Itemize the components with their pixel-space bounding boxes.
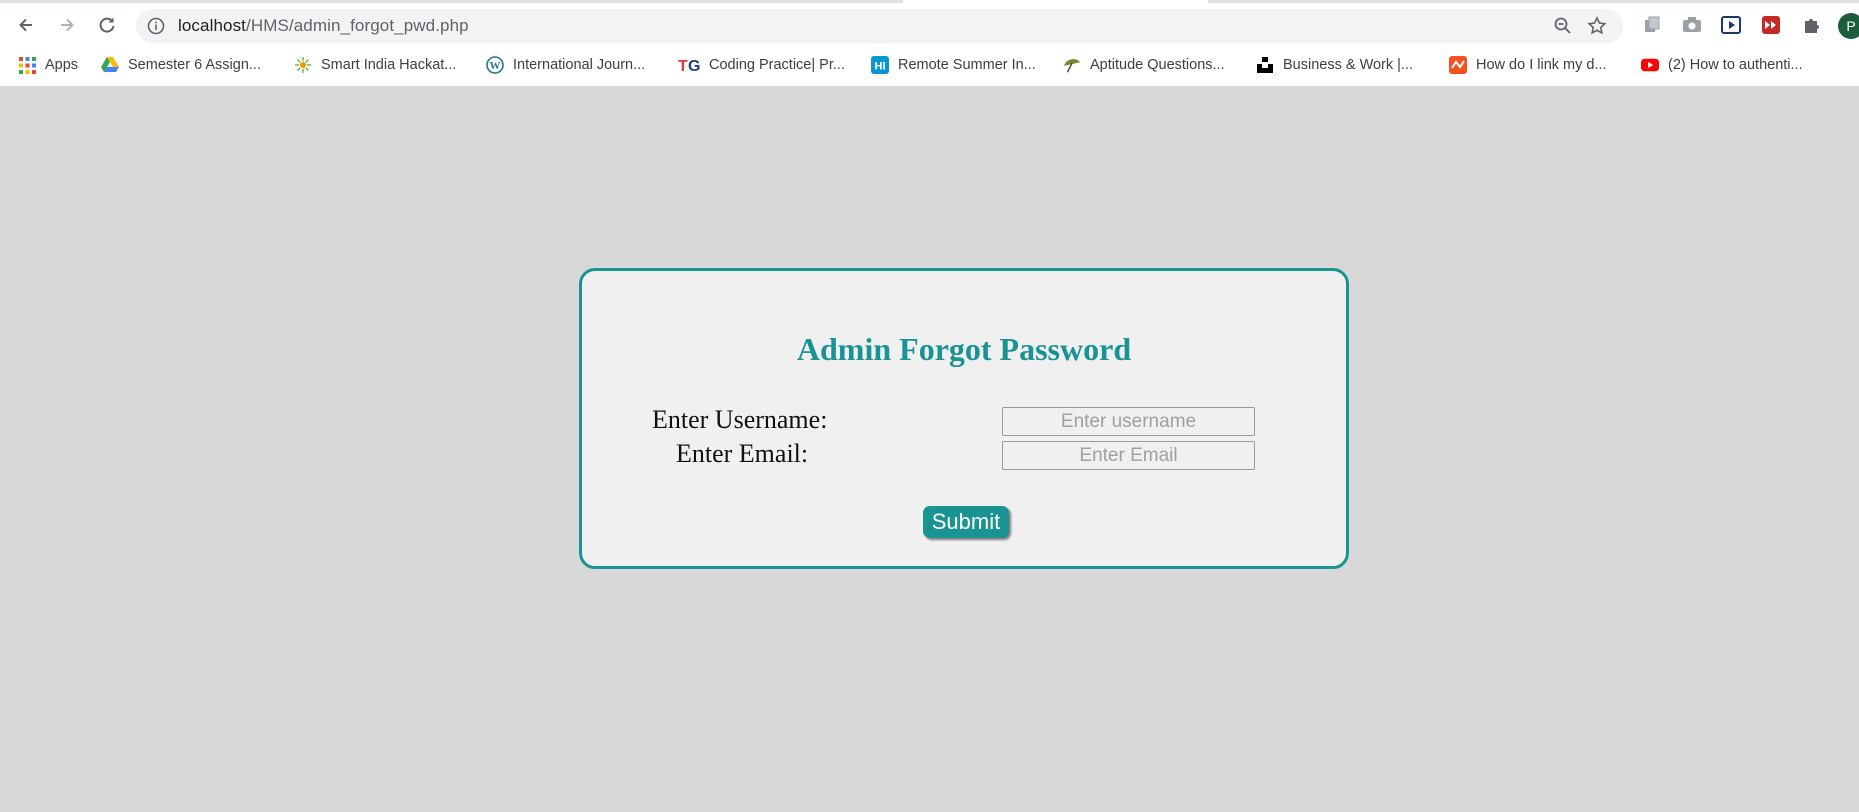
extension-copy-icon[interactable] [1641, 14, 1663, 36]
bookmark-label: International Journ... [513, 57, 646, 73]
site-info-icon[interactable] [147, 17, 165, 35]
email-label: Enter Email: [676, 439, 809, 468]
bookmarks-bar: Apps Semester 6 Assign... Smart India Ha… [0, 50, 1859, 80]
youtube-icon [1641, 56, 1659, 74]
tg-logo-icon: TG [678, 56, 700, 74]
back-arrow-icon [19, 18, 32, 32]
profile-avatar[interactable]: P [1838, 13, 1859, 39]
bookmark-aptitude[interactable]: Aptitude Questions... [1063, 53, 1225, 77]
bookmark-how-authenticate[interactable]: (2) How to authenti... [1641, 53, 1803, 77]
bookmark-label: Aptitude Questions... [1090, 57, 1225, 73]
tab-strip [0, 0, 1859, 3]
forward-arrow-icon [61, 18, 74, 32]
browser-toolbar: localhost/HMS/admin_forgot_pwd.php P [0, 6, 1859, 44]
bookmark-how-link[interactable]: How do I link my d... [1449, 53, 1607, 77]
apps-grid-icon [18, 56, 36, 74]
umbrella-icon [1063, 56, 1081, 74]
sih-logo-icon [294, 56, 312, 74]
active-tab[interactable] [903, 0, 1208, 3]
browser-chrome: localhost/HMS/admin_forgot_pwd.php P App… [0, 0, 1859, 87]
bookmark-semester-6[interactable]: Semester 6 Assign... [101, 53, 261, 77]
email-input[interactable] [1002, 441, 1255, 470]
bookmark-label: (2) How to authenti... [1668, 57, 1803, 73]
url-text[interactable]: localhost/HMS/admin_forgot_pwd.php [178, 16, 469, 36]
google-drive-icon [101, 56, 119, 74]
extensions-puzzle-icon[interactable] [1800, 14, 1822, 36]
bookmark-star-icon[interactable] [1586, 15, 1608, 37]
extension-fastforward-icon[interactable] [1760, 14, 1782, 36]
unsplash-icon [1256, 56, 1274, 74]
bookmark-smart-india[interactable]: Smart India Hackat... [294, 53, 456, 77]
bookmark-remote-summer[interactable]: HI Remote Summer In... [871, 53, 1036, 77]
bookmark-business-work[interactable]: Business & Work |... [1256, 53, 1413, 77]
extension-video-icon[interactable] [1720, 14, 1742, 36]
svg-text:T: T [678, 58, 688, 74]
zapier-icon [1449, 56, 1467, 74]
svg-text:G: G [688, 58, 700, 74]
reload-button[interactable] [91, 9, 123, 41]
submit-button[interactable]: Submit [923, 506, 1009, 538]
back-button[interactable] [10, 9, 42, 41]
bookmark-label: Smart India Hackat... [321, 57, 457, 73]
url-host: localhost [178, 16, 246, 35]
forward-button[interactable] [51, 9, 83, 41]
svg-text:W: W [490, 60, 501, 72]
bookmark-international-journal[interactable]: W International Journ... [486, 53, 645, 77]
bookmark-label: Business & Work |... [1283, 57, 1414, 73]
svg-text:HI: HI [875, 61, 886, 73]
forgot-password-card: Admin Forgot Password Enter Username: En… [579, 268, 1349, 569]
bookmark-label: How do I link my d... [1476, 57, 1607, 73]
bookmark-label: Remote Summer In... [898, 57, 1036, 73]
bookmark-apps[interactable]: Apps [18, 53, 78, 77]
hi-logo-icon: HI [871, 56, 889, 74]
reload-icon [99, 17, 115, 33]
bookmark-label: Semester 6 Assign... [128, 57, 261, 73]
extension-camera-icon[interactable] [1681, 14, 1703, 36]
username-input[interactable] [1002, 407, 1255, 436]
bookmark-label: Coding Practice| Pr... [709, 57, 845, 73]
bookmark-coding-practice[interactable]: TG Coding Practice| Pr... [678, 53, 845, 77]
page-title: Admin Forgot Password [796, 331, 1132, 367]
bookmark-label: Apps [45, 57, 79, 73]
zoom-icon[interactable] [1552, 15, 1574, 37]
username-label: Enter Username: [652, 405, 828, 434]
wordpress-icon: W [486, 56, 504, 74]
address-bar[interactable]: localhost/HMS/admin_forgot_pwd.php [136, 9, 1623, 43]
url-path: /HMS/admin_forgot_pwd.php [246, 16, 469, 35]
